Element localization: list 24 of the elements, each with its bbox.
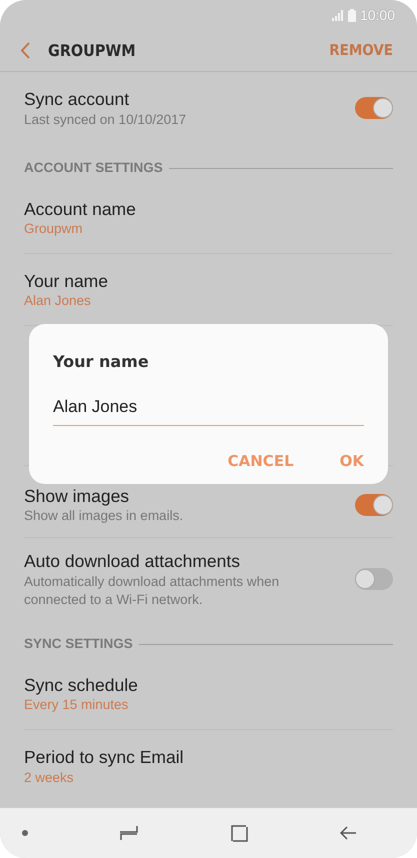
screen-title: GROUPWM [48,40,137,62]
settings-row[interactable]: Sync account Last synced on 10/10/2017 [24,72,393,144]
row-subtitle: 2 weeks [24,768,75,786]
row-title: Your name [24,270,109,292]
name-field[interactable]: Alan Jones [53,386,364,426]
settings-row[interactable]: Sync schedule Every 15 minutes [24,658,393,730]
section-header: ACCOUNT SETTINGS [24,159,163,177]
row-subtitle: Last synced on 10/10/2017 [24,110,188,128]
row-subtitle: Every 15 minutes [24,696,130,714]
row-title: Account name [24,198,137,220]
row-title: Auto download attachments [24,550,241,573]
row-title: Period to sync Email [24,746,185,769]
settings-row[interactable]: Auto download attachments Automatically download attachments when connected to a Wi-Fi network. [24,538,393,620]
row-title: Sync schedule [24,674,139,696]
dialog-title: Your name [53,351,150,373]
row-subtitle: Groupwm [24,220,84,238]
row-subtitle: Alan Jones [24,292,92,310]
section-header: SYNC SETTINGS [24,635,133,654]
row-title: Sync account [24,88,130,111]
settings-row[interactable]: Period to sync Email 2 weeks [24,730,393,802]
row-title: Show images [24,484,130,508]
settings-row[interactable]: Account name Groupwm [24,182,393,254]
row-subtitle: Automatically download attachments when connected to a Wi-Fi network. [24,573,280,608]
row-subtitle: Show all images in emails. [24,507,184,525]
